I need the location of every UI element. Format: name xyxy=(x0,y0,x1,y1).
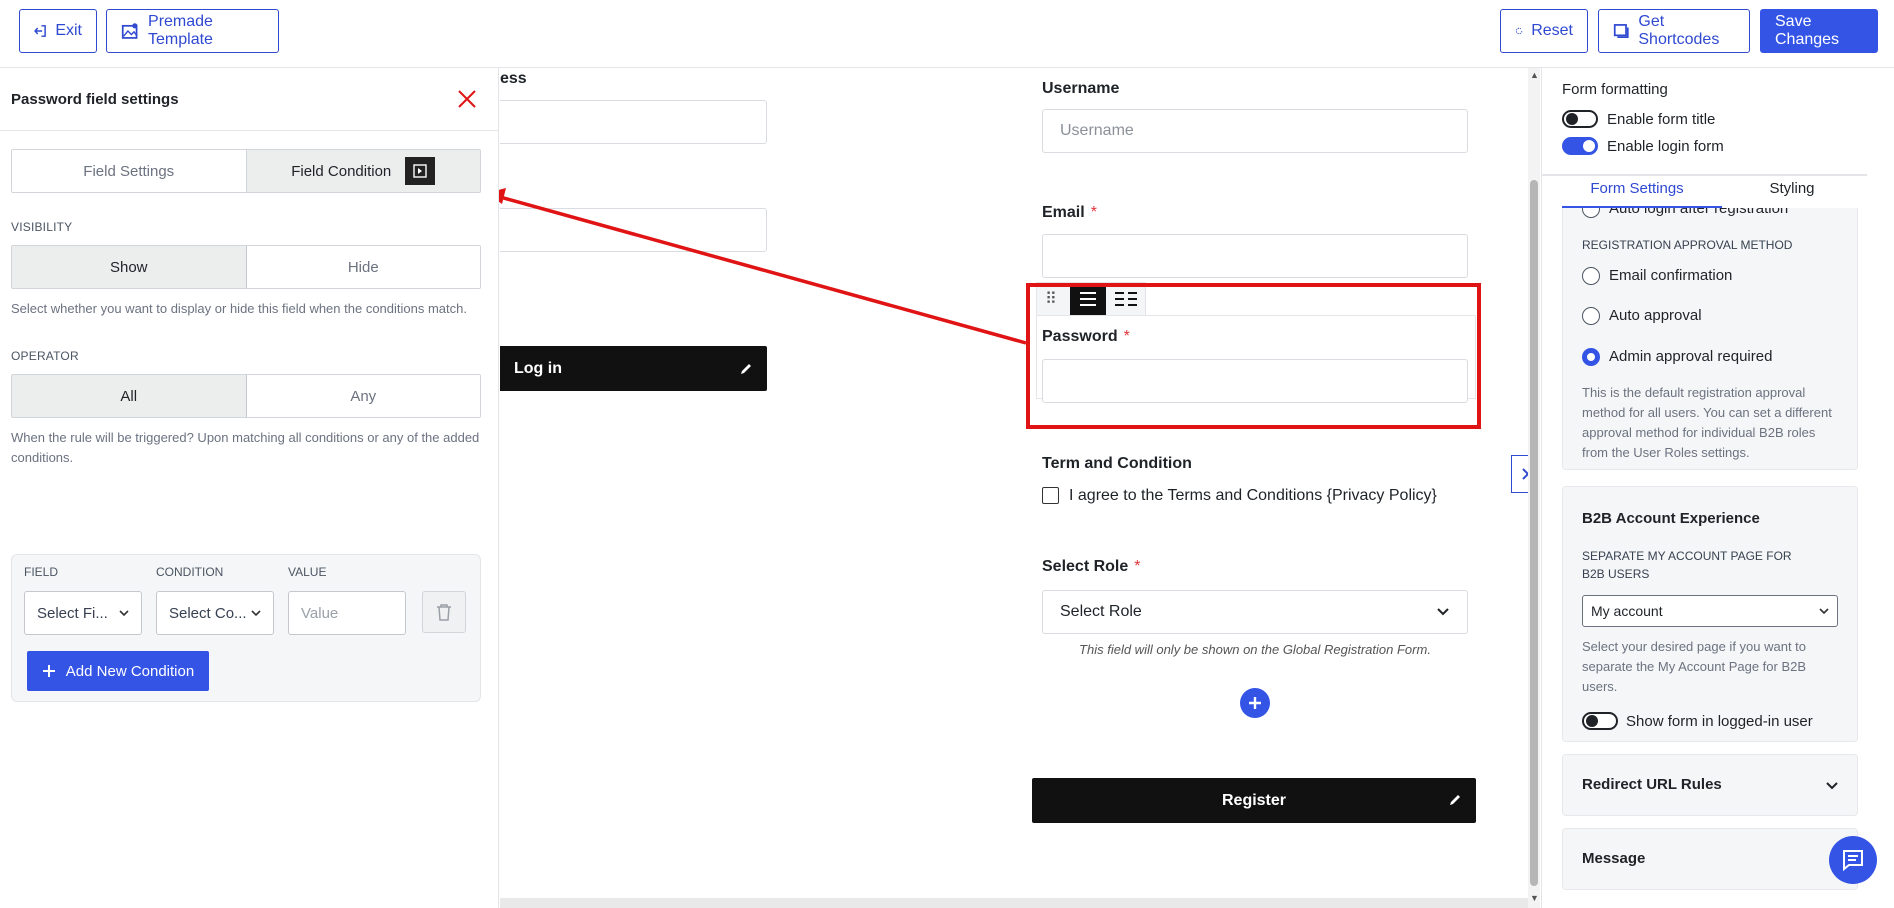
email-confirmation-label: Email confirmation xyxy=(1609,267,1733,284)
operator-any-option[interactable]: Any xyxy=(246,375,480,417)
visibility-toggle: Show Hide xyxy=(11,245,481,289)
add-new-condition-button[interactable]: Add New Condition xyxy=(27,651,209,691)
operator-toggle: All Any xyxy=(11,374,481,418)
enable-form-title-label: Enable form title xyxy=(1607,111,1716,128)
close-icon[interactable] xyxy=(457,89,477,109)
tabs-divider xyxy=(1542,174,1867,176)
auto-approval-radio[interactable] xyxy=(1582,307,1600,325)
tab-styling[interactable]: Styling xyxy=(1717,180,1867,197)
visibility-show-option[interactable]: Show xyxy=(12,246,247,288)
settings-tabs: Field Settings Field Condition xyxy=(11,149,481,193)
tab-field-condition[interactable]: Field Condition xyxy=(246,150,480,192)
chevron-down-icon xyxy=(251,609,261,616)
condition-value-input[interactable]: Value xyxy=(288,591,406,635)
b2b-help: Select your desired page if you want to … xyxy=(1582,639,1807,694)
enable-login-form-label: Enable login form xyxy=(1607,138,1724,155)
form-settings-panel: Form formatting Enable form title Enable… xyxy=(1541,68,1894,908)
scroll-up-icon[interactable]: ▲ xyxy=(1530,70,1539,80)
value-column-header: VALUE xyxy=(288,565,327,579)
approval-help: This is the default registration approva… xyxy=(1582,385,1832,460)
chevron-down-icon xyxy=(1819,607,1829,614)
chat-support-button[interactable] xyxy=(1829,836,1877,884)
operator-help: When the rule will be triggered? Upon ma… xyxy=(11,430,480,465)
tab-field-settings[interactable]: Field Settings xyxy=(12,150,247,192)
chat-icon xyxy=(1843,850,1863,872)
approval-card: Auto login after registration REGISTRATI… xyxy=(1562,208,1858,470)
enable-login-form-toggle[interactable] xyxy=(1562,137,1598,155)
auto-login-label: Auto login after registration xyxy=(1609,208,1789,217)
scroll-down-icon[interactable]: ▼ xyxy=(1530,893,1539,903)
tab-field-condition-label: Field Condition xyxy=(291,162,392,180)
b2b-title: B2B Account Experience xyxy=(1582,510,1760,527)
approval-caption: REGISTRATION APPROVAL METHOD xyxy=(1582,238,1793,252)
form-formatting-title: Form formatting xyxy=(1562,81,1668,98)
show-logged-in-label: Show form in logged-in user xyxy=(1626,713,1813,730)
enable-form-title-toggle[interactable] xyxy=(1562,110,1598,128)
visibility-caption: VISIBILITY xyxy=(11,220,73,234)
visibility-hide-option[interactable]: Hide xyxy=(246,246,480,288)
condition-value-placeholder: Value xyxy=(301,604,339,622)
redirect-url-card[interactable]: Redirect URL Rules xyxy=(1562,754,1858,816)
message-title: Message xyxy=(1582,850,1646,867)
settings-scroll-area: Auto login after registration REGISTRATI… xyxy=(1542,208,1894,908)
condition-video-icon[interactable] xyxy=(405,157,436,185)
panel-header: Password field settings xyxy=(0,68,498,131)
add-new-condition-label: Add New Condition xyxy=(65,662,195,680)
condition-field-value: Select Fi... xyxy=(37,604,108,622)
field-settings-panel: Password field settings Field Settings F… xyxy=(0,68,499,908)
b2b-account-card: B2B Account Experience SEPARATE MY ACCOU… xyxy=(1562,486,1858,742)
field-column-header: FIELD xyxy=(24,565,59,579)
chevron-down-icon xyxy=(119,609,129,616)
b2b-caption: SEPARATE MY ACCOUNT PAGE FOR B2B USERS xyxy=(1582,549,1792,581)
admin-approval-label: Admin approval required xyxy=(1609,348,1773,365)
show-logged-in-toggle[interactable] xyxy=(1582,712,1618,730)
auto-login-radio[interactable] xyxy=(1582,208,1600,218)
visibility-help: Select whether you want to display or hi… xyxy=(11,301,467,316)
condition-row-box: FIELD CONDITION VALUE Select Fi... Selec… xyxy=(11,554,481,702)
delete-condition-button[interactable] xyxy=(422,591,466,633)
b2b-account-select-value: My account xyxy=(1591,603,1663,619)
operator-caption: OPERATOR xyxy=(11,349,79,363)
condition-column-header: CONDITION xyxy=(156,565,224,579)
chevron-down-icon xyxy=(1826,782,1838,790)
message-card[interactable]: Message xyxy=(1562,828,1858,890)
condition-operator-value: Select Co... xyxy=(169,604,247,622)
condition-operator-select[interactable]: Select Co... xyxy=(156,591,274,635)
operator-all-option[interactable]: All xyxy=(12,375,247,417)
b2b-account-select[interactable]: My account xyxy=(1582,595,1838,627)
auto-approval-label: Auto approval xyxy=(1609,307,1702,324)
tab-form-settings[interactable]: Form Settings xyxy=(1562,180,1712,197)
redirect-url-title: Redirect URL Rules xyxy=(1582,776,1722,793)
panel-title: Password field settings xyxy=(11,90,179,108)
canvas-scroll-thumb[interactable] xyxy=(1530,180,1538,886)
plus-icon xyxy=(42,665,55,677)
email-confirmation-radio[interactable] xyxy=(1582,267,1600,285)
condition-field-select[interactable]: Select Fi... xyxy=(24,591,142,635)
admin-approval-radio[interactable] xyxy=(1582,348,1600,366)
trash-icon xyxy=(437,604,451,621)
canvas-horizontal-scrollbar[interactable] xyxy=(500,898,1528,908)
